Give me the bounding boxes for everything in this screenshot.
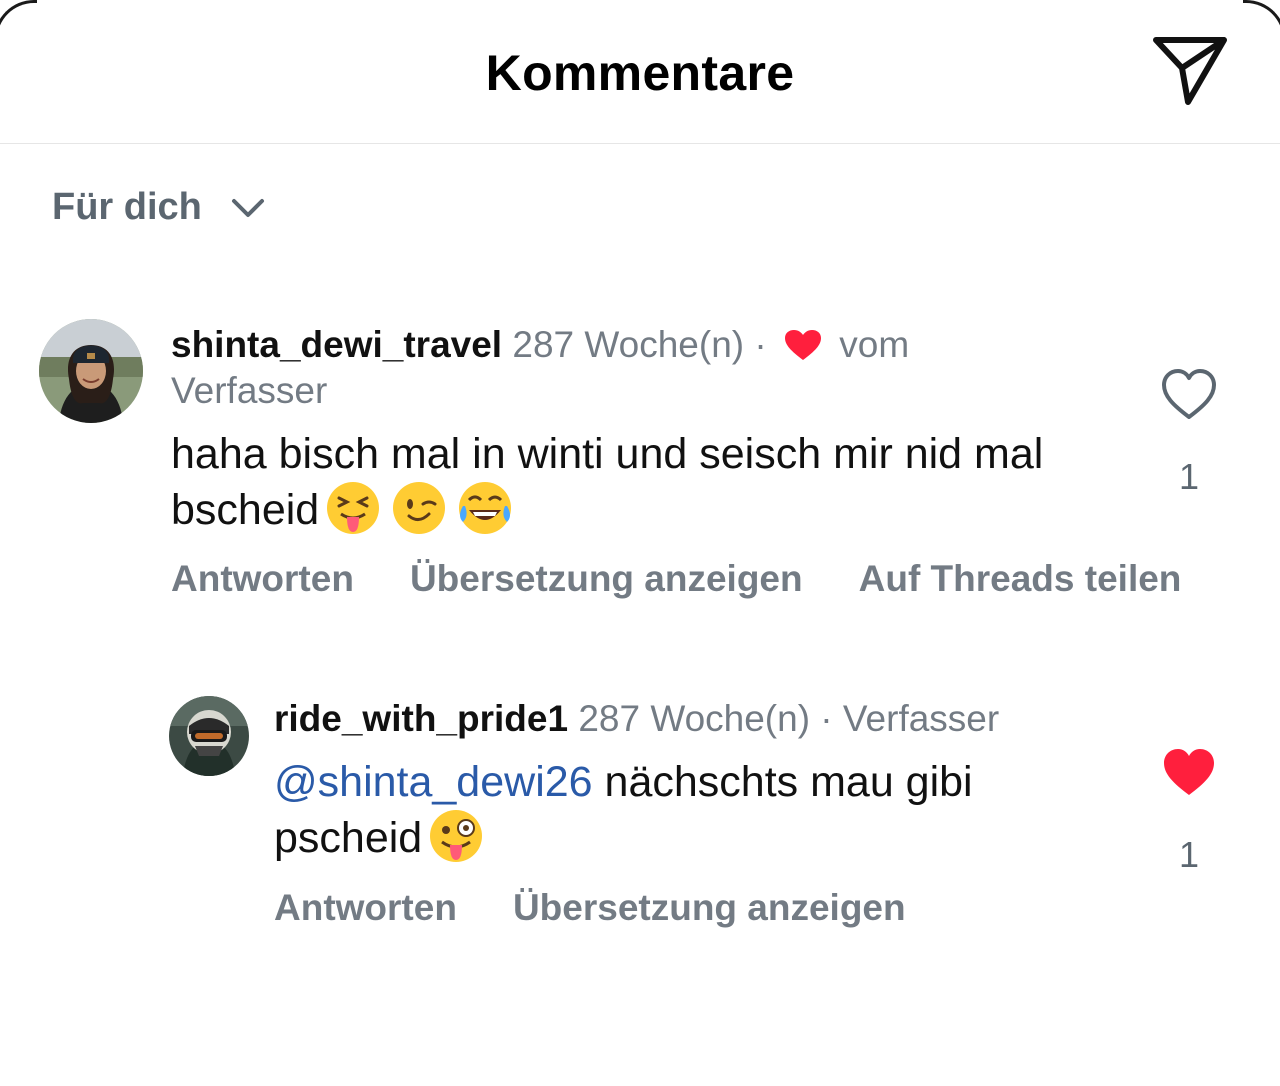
liked-by-author-label-end: Verfasser <box>171 370 328 411</box>
avatar[interactable] <box>169 696 249 776</box>
liked-by-author-label: vom <box>839 324 910 365</box>
reply-button[interactable]: Antworten <box>171 558 354 600</box>
mention-link[interactable]: @shinta_dewi26 <box>274 758 593 806</box>
share-to-threads-button[interactable]: Auf Threads teilen <box>859 558 1182 600</box>
comment-body: haha bisch mal in winti und seisch mir n… <box>171 430 1044 534</box>
squinting-tongue-emoji <box>327 482 380 534</box>
comment-header: ride_with_pride1 287 Woche(n) · Verfasse… <box>274 696 1134 742</box>
show-translation-button[interactable]: Übersetzung anzeigen <box>410 558 803 600</box>
comment-timestamp: 287 Woche(n) · <box>512 324 767 365</box>
chevron-down-icon <box>231 198 264 217</box>
comment-text: @shinta_dewi26 nächschts mau gibi pschei… <box>274 756 1094 864</box>
username-link[interactable]: shinta_dewi_travel <box>171 324 502 365</box>
comments-sheet: Kommentare Für dich shinta_dewi_travel 2… <box>0 0 1280 1086</box>
heart-outline-icon <box>1162 369 1216 419</box>
comment-actions: Antworten Übersetzung anzeigen <box>274 887 906 929</box>
share-button[interactable] <box>1148 32 1232 108</box>
comment-text: haha bisch mal in winti und seisch mir n… <box>171 428 1071 536</box>
like-button[interactable] <box>1159 744 1219 800</box>
zany-face-emoji <box>430 810 483 862</box>
comment-timestamp: 287 Woche(n) · Verfasser <box>578 698 1000 739</box>
like-button[interactable] <box>1159 366 1219 422</box>
filter-label: Für dich <box>52 186 202 228</box>
winking-emoji <box>393 482 446 534</box>
reply-button[interactable]: Antworten <box>274 887 457 929</box>
show-translation-button[interactable]: Übersetzung anzeigen <box>513 887 906 929</box>
heart-filled-icon <box>1164 749 1214 795</box>
paper-plane-icon <box>1153 37 1227 105</box>
avatar[interactable] <box>39 319 143 423</box>
like-count: 1 <box>1178 834 1200 875</box>
sort-filter-dropdown[interactable]: Für dich <box>52 186 266 229</box>
heart-icon <box>784 330 821 360</box>
username-link[interactable]: ride_with_pride1 <box>274 698 568 739</box>
comment-header: shinta_dewi_travel 287 Woche(n) · vom Ve… <box>171 322 1071 414</box>
like-count: 1 <box>1178 456 1200 497</box>
comment-actions: Antworten Übersetzung anzeigen Auf Threa… <box>171 558 1181 600</box>
page-title: Kommentare <box>485 45 795 101</box>
sheet-header: Kommentare <box>0 0 1280 144</box>
tears-of-joy-emoji <box>459 482 512 534</box>
